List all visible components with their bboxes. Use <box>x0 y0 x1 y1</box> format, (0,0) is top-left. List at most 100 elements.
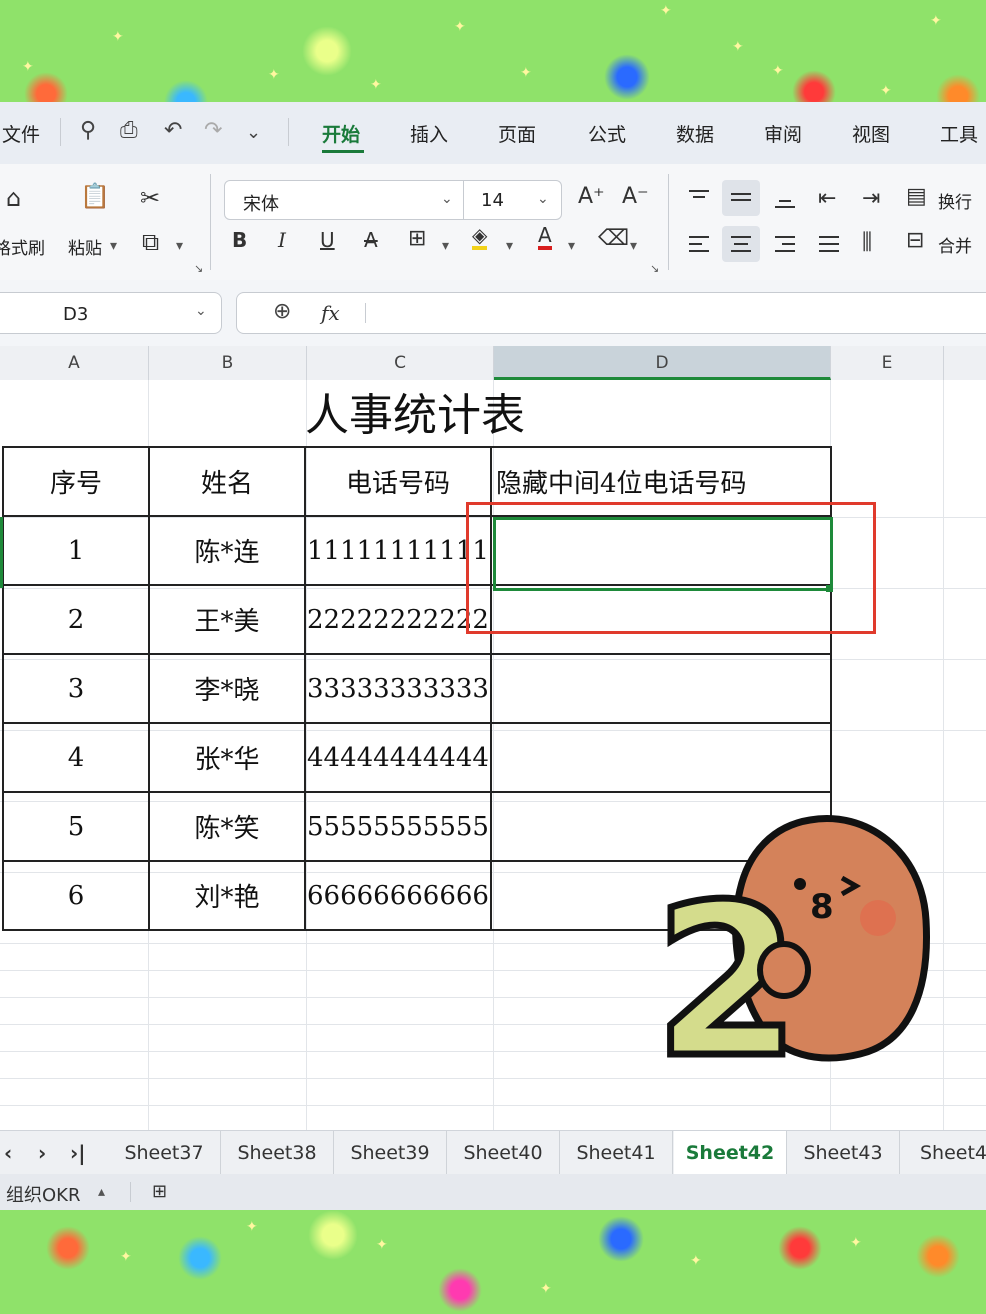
redo-icon[interactable]: ↷ <box>204 118 222 143</box>
cell-no[interactable]: 5 <box>2 791 150 862</box>
sheet-tab-37[interactable]: Sheet37 <box>108 1131 221 1175</box>
cell-no[interactable]: 6 <box>2 860 150 931</box>
format-painter-icon[interactable]: ⌂ <box>6 184 21 212</box>
font-size-value[interactable]: 14 <box>481 190 504 211</box>
chevron-down-icon[interactable]: ▾ <box>110 238 117 254</box>
cell-no[interactable]: 3 <box>2 653 150 724</box>
cut-icon[interactable]: ✂ <box>140 184 160 212</box>
dialog-launcher-icon[interactable]: ↘ <box>194 262 203 275</box>
italic-icon[interactable]: I <box>278 228 286 252</box>
chevron-down-icon[interactable]: ▾ <box>442 238 449 254</box>
cell-no[interactable]: 4 <box>2 722 150 793</box>
column-header-c[interactable]: C <box>307 346 494 380</box>
sheet-title[interactable]: 人事统计表 <box>0 380 830 446</box>
merge-cells-button[interactable]: 合并 <box>938 232 972 257</box>
cell-phone[interactable]: 55555555555 <box>304 791 492 862</box>
border-icon[interactable]: ⊞ <box>408 226 426 251</box>
decrease-indent-icon[interactable]: ⇤ <box>818 186 836 211</box>
distributed-align-icon[interactable]: ⫼ <box>862 230 872 255</box>
dialog-launcher-icon[interactable]: ↘ <box>650 262 659 275</box>
font-selector[interactable]: 宋体 ⌄ 14 ⌄ <box>224 180 562 220</box>
zoom-icon[interactable]: ⊕ <box>273 299 291 324</box>
font-color-icon[interactable]: A <box>538 224 552 250</box>
chevron-down-icon[interactable]: ▾ <box>568 238 575 254</box>
align-left-button[interactable] <box>680 226 718 262</box>
function-icon[interactable]: fx <box>321 301 340 325</box>
column-header-d[interactable]: D <box>494 346 831 380</box>
okr-button[interactable]: 组织OKR <box>6 1181 80 1207</box>
tab-view[interactable]: 视图 <box>852 120 890 147</box>
cell-name[interactable]: 陈*连 <box>148 515 306 586</box>
wrap-text-button[interactable]: 换行 <box>938 188 972 213</box>
justify-button[interactable] <box>810 226 848 262</box>
sheet-tab-42[interactable]: Sheet42 <box>674 1131 787 1175</box>
header-cell-no[interactable]: 序号 <box>2 446 150 517</box>
tab-formula[interactable]: 公式 <box>588 120 626 147</box>
eraser-icon[interactable]: ⌫ <box>598 226 629 251</box>
header-cell-name[interactable]: 姓名 <box>148 446 306 517</box>
column-header-e[interactable]: E <box>831 346 944 380</box>
sheet-tab-39[interactable]: Sheet39 <box>334 1131 447 1175</box>
wrap-text-icon[interactable]: ▤ <box>906 184 927 209</box>
last-sheet-icon[interactable]: ›| <box>70 1141 86 1165</box>
tab-review[interactable]: 审阅 <box>764 120 802 147</box>
chevron-right-icon[interactable]: › <box>38 1141 46 1165</box>
cell-phone[interactable]: 66666666666 <box>304 860 492 931</box>
format-painter-button[interactable]: 格式刷 <box>0 234 45 259</box>
tab-data[interactable]: 数据 <box>676 120 714 147</box>
cell-no[interactable]: 1 <box>2 515 150 586</box>
underline-icon[interactable]: U <box>320 228 335 252</box>
sheet-tab-41[interactable]: Sheet41 <box>560 1131 673 1175</box>
decrease-font-icon[interactable]: A⁻ <box>622 184 649 209</box>
increase-font-icon[interactable]: A⁺ <box>578 184 605 209</box>
chevron-down-icon[interactable]: ▾ <box>630 238 637 254</box>
tab-tools[interactable]: 工具 <box>940 120 978 147</box>
sheet-tab-40[interactable]: Sheet40 <box>447 1131 560 1175</box>
cell-masked[interactable] <box>490 653 832 724</box>
bold-icon[interactable]: B <box>232 228 247 252</box>
align-right-button[interactable] <box>766 226 804 262</box>
chevron-down-icon[interactable]: ⌄ <box>195 303 207 319</box>
cell-phone[interactable]: 44444444444 <box>304 722 492 793</box>
sheet-tab-38[interactable]: Sheet38 <box>221 1131 334 1175</box>
tab-insert[interactable]: 插入 <box>410 120 448 147</box>
fill-color-icon[interactable]: ◈ <box>472 224 488 250</box>
header-cell-phone[interactable]: 电话号码 <box>304 446 492 517</box>
cell-name[interactable]: 张*华 <box>148 722 306 793</box>
cell-phone[interactable]: 33333333333 <box>304 653 492 724</box>
cell-masked[interactable] <box>490 722 832 793</box>
menu-file[interactable]: 文件 <box>2 120 40 147</box>
chevron-up-icon[interactable]: ▴ <box>98 1184 105 1200</box>
cell-no[interactable]: 2 <box>2 584 150 655</box>
macro-icon[interactable]: ⊞ <box>152 1181 167 1202</box>
merge-cells-icon[interactable]: ⊟ <box>906 228 924 253</box>
print-preview-icon[interactable]: ⎙ <box>120 118 138 143</box>
strikethrough-icon[interactable]: A <box>364 228 378 252</box>
cell-name[interactable]: 刘*艳 <box>148 860 306 931</box>
align-middle-button[interactable] <box>722 180 760 216</box>
tab-page[interactable]: 页面 <box>498 120 536 147</box>
copy-icon[interactable]: ⧉ <box>142 228 159 256</box>
chevron-down-icon[interactable]: ▾ <box>176 238 183 254</box>
chevron-down-icon[interactable]: ⌄ <box>441 191 453 207</box>
align-center-button[interactable] <box>722 226 760 262</box>
sheet-tab-44[interactable]: Sheet44 <box>900 1131 986 1175</box>
sheet-tab-43[interactable]: Sheet43 <box>787 1131 900 1175</box>
formula-input[interactable]: ⊕ fx <box>236 292 986 334</box>
align-bottom-button[interactable] <box>766 180 804 216</box>
cell-phone[interactable]: 22222222222 <box>304 584 492 655</box>
chevron-down-icon[interactable]: ⌄ <box>246 122 261 143</box>
align-top-button[interactable] <box>680 180 718 216</box>
cell-name[interactable]: 陈*笑 <box>148 791 306 862</box>
tab-home[interactable]: 开始 <box>322 120 360 147</box>
chevron-left-icon[interactable]: ‹ <box>4 1141 12 1165</box>
chevron-down-icon[interactable]: ⌄ <box>537 191 549 207</box>
cell-phone[interactable]: 11111111111 <box>304 515 492 586</box>
cell-name[interactable]: 李*晓 <box>148 653 306 724</box>
name-box[interactable]: D3 ⌄ <box>0 292 222 334</box>
undo-icon[interactable]: ↶ <box>164 118 182 143</box>
search-icon[interactable]: ⚲ <box>80 118 96 143</box>
column-header-b[interactable]: B <box>149 346 307 380</box>
chevron-down-icon[interactable]: ▾ <box>506 238 513 254</box>
cell-name[interactable]: 王*美 <box>148 584 306 655</box>
